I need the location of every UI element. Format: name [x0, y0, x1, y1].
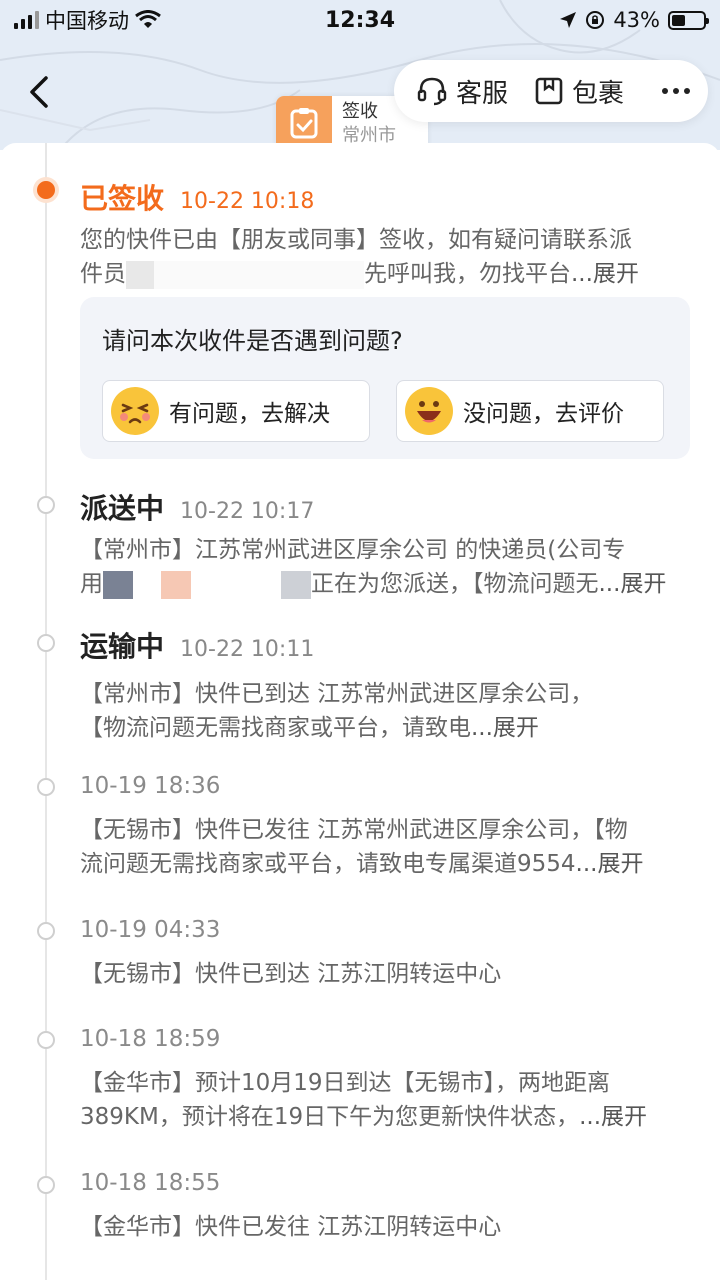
event-status: 派送中	[80, 492, 165, 525]
tracking-timeline: 已签收 10-22 10:18 您的快件已由【朋友或同事】签收，如有疑问请联系派…	[0, 143, 720, 1280]
has-problem-label: 有问题，去解决	[169, 401, 330, 427]
timeline-dot	[37, 496, 55, 514]
carrier-name: 中国移动	[45, 9, 129, 33]
battery-percent: 43%	[613, 8, 660, 32]
timeline-event: 10-19 04:33 【无锡市】快件已到达 江苏江阴转运中心	[80, 917, 690, 991]
timeline-dot	[37, 922, 55, 940]
timeline-dot	[37, 634, 55, 652]
feedback-card: 请问本次收件是否遇到问题? 有问题，去解决 没问题，去评价	[80, 297, 690, 459]
customer-service-button[interactable]: 客服	[416, 73, 508, 110]
event-description: 您的快件已由【朋友或同事】签收，如有疑问请联系派 件员 先呼叫我，勿找平台...展…	[80, 227, 639, 289]
timeline-event: 已签收 10-22 10:18 您的快件已由【朋友或同事】签收，如有疑问请联系派…	[80, 177, 690, 291]
headset-icon	[417, 77, 447, 106]
back-button[interactable]	[22, 72, 58, 112]
wifi-icon	[135, 10, 161, 28]
event-description: 【常州市】江苏常州武进区厚余公司 的快递员(公司专 用正在为您派送，【物流问题无…	[80, 537, 667, 599]
happy-face-icon	[405, 387, 453, 435]
package-label: 包裹	[572, 78, 625, 109]
timeline-event: 10-18 18:59 【金华市】预计10月19日到达【无锡市】，两地距离 38…	[80, 1026, 690, 1134]
expand-link[interactable]: ...展开	[571, 261, 639, 287]
top-action-pill: 客服 包裹	[394, 60, 708, 122]
timeline-dot	[37, 778, 55, 796]
event-time: 10-19 04:33	[80, 917, 221, 943]
expand-link[interactable]: ...展开	[471, 715, 539, 741]
sign-marker-title: 签收	[342, 101, 378, 122]
battery-icon	[668, 10, 709, 30]
signal-icon	[14, 11, 39, 29]
customer-service-label: 客服	[456, 78, 509, 109]
event-time: 10-22 10:17	[180, 499, 315, 524]
timeline-line	[45, 143, 47, 1280]
event-description: 【无锡市】快件已到达 江苏江阴转运中心	[80, 961, 502, 987]
event-time: 10-18 18:55	[80, 1170, 221, 1196]
timeline-dot	[37, 1031, 55, 1049]
event-time: 10-18 18:59	[80, 1026, 221, 1052]
event-description: 【金华市】快件已发往 江苏江阴转运中心	[80, 1214, 502, 1240]
location-arrow-icon	[560, 12, 577, 28]
package-icon	[535, 77, 563, 105]
timeline-event: 10-19 18:36 【无锡市】快件已发往 江苏常州武进区厚余公司，【物 流问…	[80, 773, 690, 881]
rotation-lock-icon	[586, 11, 605, 29]
timeline-event: 运输中 10-22 10:11 【常州市】快件已到达 江苏常州武进区厚余公司， …	[80, 625, 690, 745]
event-time: 10-22 10:18	[180, 189, 315, 214]
expand-link[interactable]: ...展开	[576, 851, 644, 877]
more-icon[interactable]	[662, 88, 690, 94]
timeline-event: 派送中 10-22 10:17 【常州市】江苏常州武进区厚余公司 的快递员(公司…	[80, 487, 690, 601]
event-status: 运输中	[80, 630, 165, 663]
event-description: 【无锡市】快件已发往 江苏常州武进区厚余公司，【物 流问题无需找商家或平台，请致…	[80, 817, 644, 877]
expand-link[interactable]: ...展开	[579, 1104, 647, 1130]
event-time: 10-19 18:36	[80, 773, 221, 799]
timeline-dot-active	[37, 181, 55, 199]
has-problem-button[interactable]: 有问题，去解决	[102, 380, 370, 442]
expand-link[interactable]: ...展开	[599, 571, 667, 597]
event-status: 已签收	[80, 182, 165, 215]
event-description: 【金华市】预计10月19日到达【无锡市】，两地距离 389KM，预计将在19日下…	[80, 1070, 648, 1130]
upset-face-icon	[111, 387, 159, 435]
timeline-event: 10-18 18:55 【金华市】快件已发往 江苏江阴转运中心	[80, 1170, 690, 1244]
clipboard-check-icon	[276, 96, 332, 150]
no-problem-button[interactable]: 没问题，去评价	[396, 380, 664, 442]
timeline-dot	[37, 1176, 55, 1194]
chevron-left-icon	[30, 76, 48, 108]
feedback-question: 请问本次收件是否遇到问题?	[102, 327, 403, 355]
status-bar: 中国移动 12:34 43%	[0, 0, 720, 40]
event-time: 10-22 10:11	[180, 637, 315, 662]
no-problem-label: 没问题，去评价	[463, 401, 624, 427]
package-button[interactable]: 包裹	[534, 73, 624, 110]
event-description: 【常州市】快件已到达 江苏常州武进区厚余公司， 【物流问题无需找商家或平台，请致…	[80, 681, 594, 741]
clock: 12:34	[324, 7, 396, 33]
